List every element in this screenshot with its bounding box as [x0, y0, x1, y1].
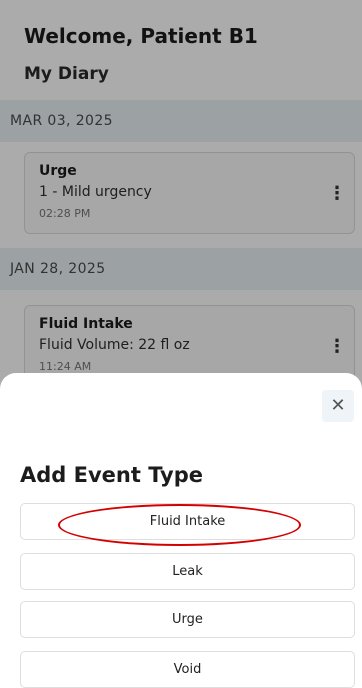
option-urge-button[interactable]: Urge: [20, 601, 355, 638]
option-void-button[interactable]: Void: [20, 651, 355, 688]
close-button[interactable]: ✕: [322, 390, 354, 422]
close-icon: ✕: [330, 395, 346, 416]
option-fluid-intake-button[interactable]: Fluid Intake: [20, 503, 355, 540]
option-leak-button[interactable]: Leak: [20, 553, 355, 590]
sheet-title: Add Event Type: [20, 463, 204, 487]
add-event-type-sheet: ✕ Add Event Type Fluid Intake Leak Urge …: [0, 373, 362, 688]
